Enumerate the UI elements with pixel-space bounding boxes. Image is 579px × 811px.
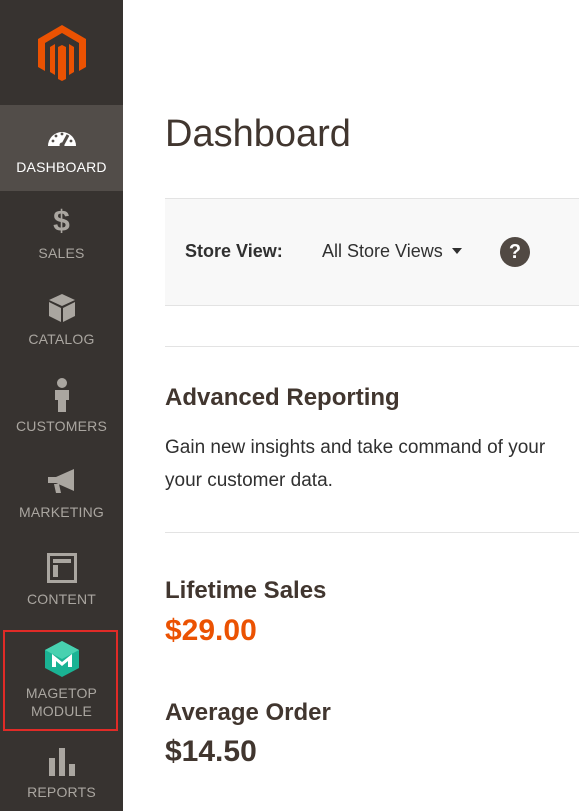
- advanced-reporting-line: Gain new insights and take command of yo…: [165, 437, 546, 458]
- sidebar-item-customers[interactable]: CUSTOMERS: [0, 364, 123, 450]
- sidebar-item-label: SALES: [38, 245, 85, 261]
- sidebar-item-label: CUSTOMERS: [16, 418, 107, 434]
- person-icon: [52, 378, 72, 412]
- cube-icon: [48, 292, 76, 324]
- advanced-reporting-title: Advanced Reporting: [165, 384, 400, 411]
- average-order-label: Average Order: [165, 699, 331, 726]
- page-title: Dashboard: [165, 113, 351, 155]
- highlight-box: [3, 630, 118, 731]
- advanced-reporting-line: your customer data.: [165, 470, 333, 491]
- admin-sidebar: DASHBOARD $ SALES CATALOG CUSTOMERS MARK…: [0, 0, 123, 811]
- sidebar-item-label: CONTENT: [26, 591, 97, 607]
- magento-logo[interactable]: [0, 0, 123, 105]
- average-order-value: $14.50: [165, 735, 257, 768]
- chevron-down-icon[interactable]: [452, 248, 462, 254]
- megaphone-icon: [46, 465, 78, 497]
- sidebar-item-label: REPORTS: [27, 783, 96, 800]
- sidebar-item-catalog[interactable]: CATALOG: [0, 277, 123, 363]
- magento-logo-icon: [37, 24, 86, 81]
- store-view-dropdown[interactable]: All Store Views: [322, 241, 443, 262]
- main-content: Dashboard Store View: All Store Views ? …: [123, 0, 579, 811]
- divider: [165, 532, 579, 533]
- sidebar-item-reports[interactable]: REPORTS: [0, 734, 123, 811]
- lifetime-sales-label: Lifetime Sales: [165, 577, 327, 604]
- layout-icon: [46, 552, 77, 584]
- sidebar-item-marketing[interactable]: MARKETING: [0, 450, 123, 536]
- divider: [165, 346, 579, 347]
- advanced-reporting-text: Gain new insights and take command of yo…: [165, 431, 579, 497]
- sidebar-item-dashboard[interactable]: DASHBOARD: [0, 105, 123, 191]
- dollar-icon: $: [53, 205, 70, 238]
- sidebar-item-sales[interactable]: $ SALES: [0, 191, 123, 277]
- sidebar-item-label: DASHBOARD: [16, 159, 107, 175]
- speedometer-icon: [46, 120, 78, 152]
- help-icon[interactable]: ?: [500, 237, 530, 267]
- sidebar-item-label: CATALOG: [28, 331, 95, 347]
- lifetime-sales-value: $29.00: [165, 614, 257, 647]
- store-view-switcher: Store View: All Store Views ?: [165, 198, 579, 306]
- sidebar-item-label: MARKETING: [18, 504, 105, 520]
- sidebar-item-content[interactable]: CONTENT: [0, 537, 123, 623]
- store-view-label: Store View:: [185, 241, 283, 261]
- bar-chart-icon: [48, 745, 76, 777]
